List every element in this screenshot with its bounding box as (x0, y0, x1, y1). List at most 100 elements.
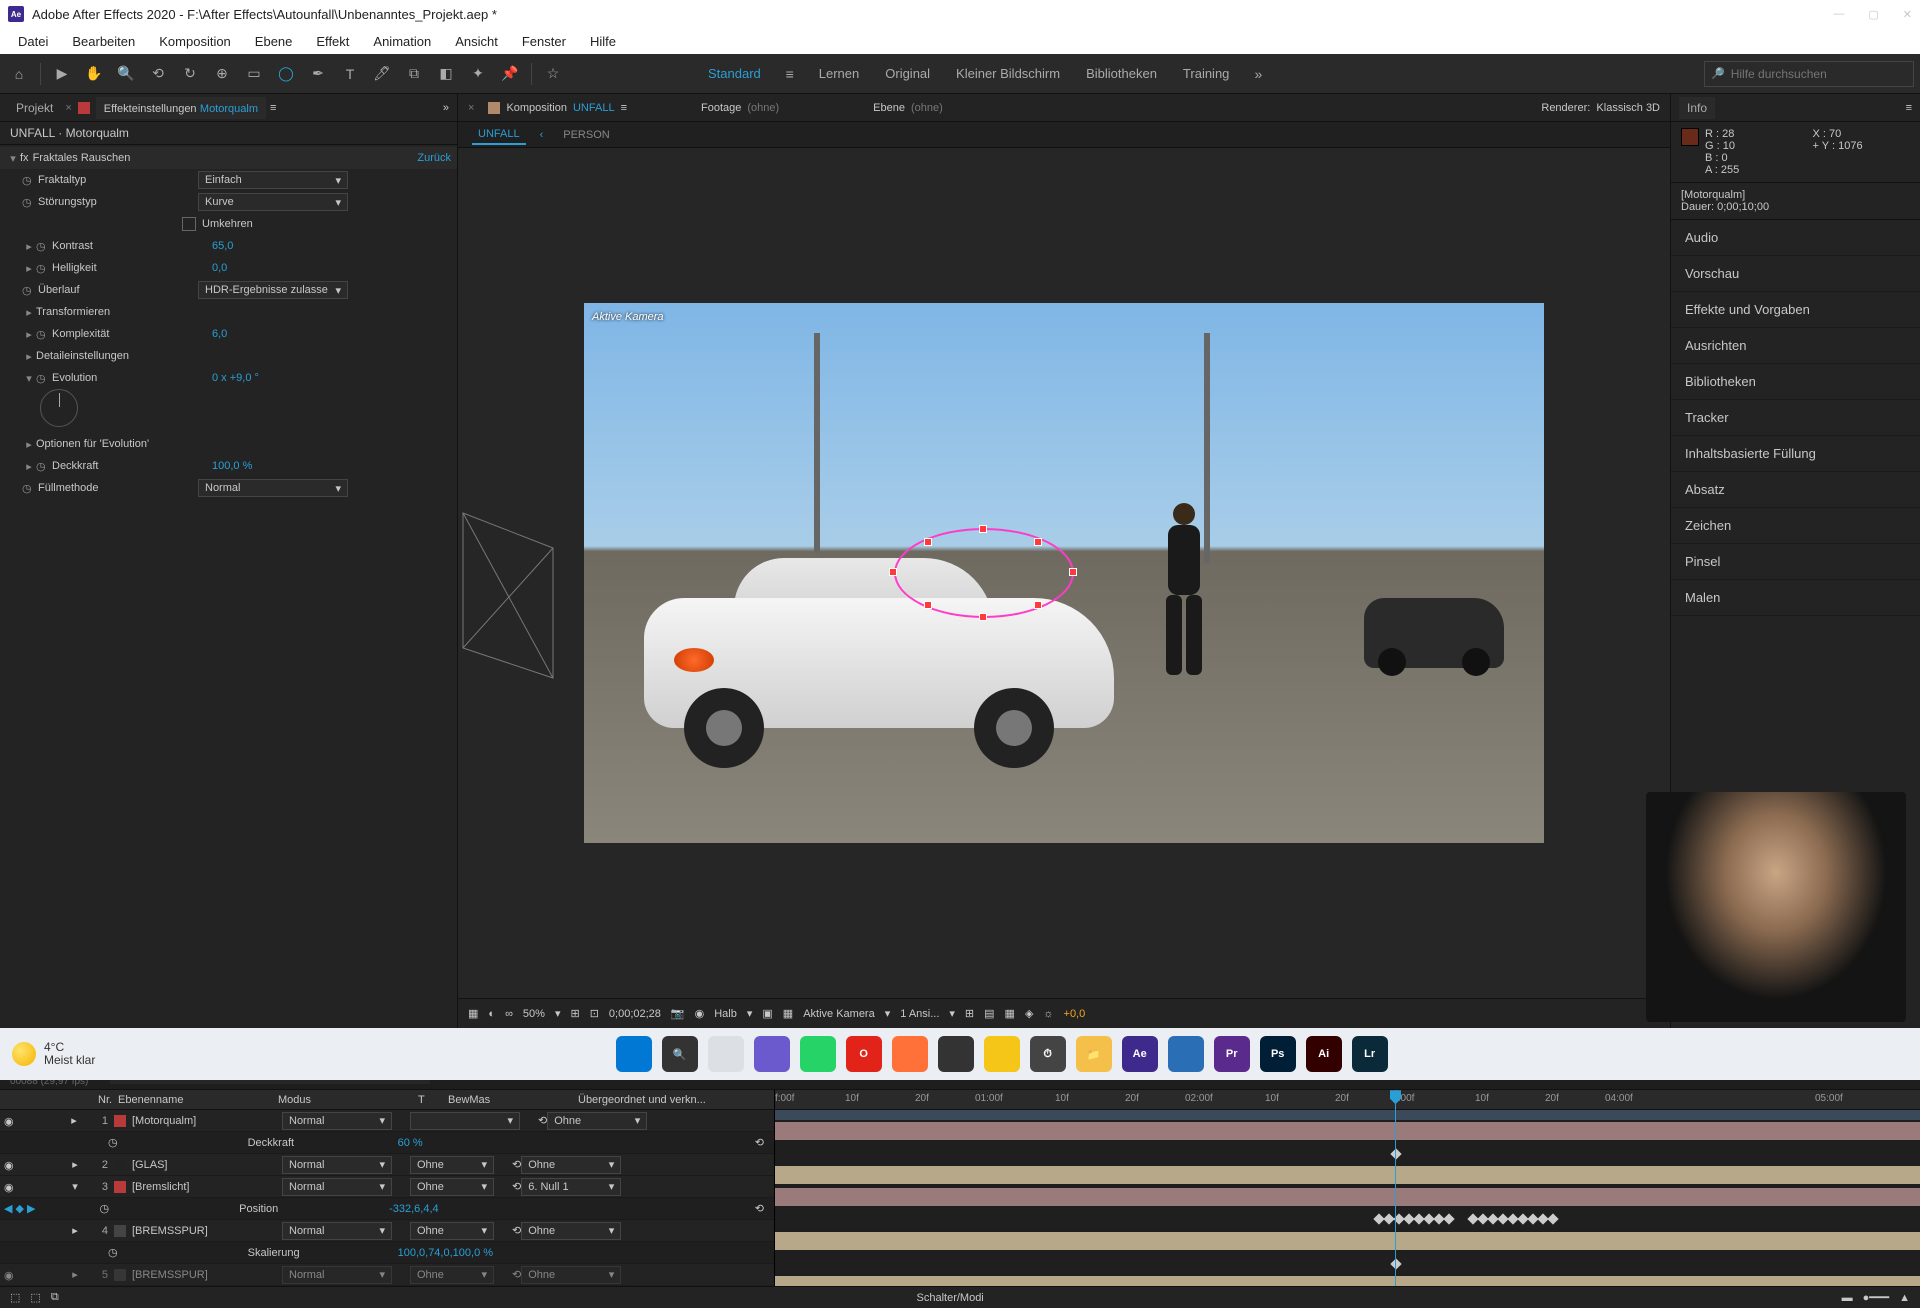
stopwatch-icon[interactable]: ◷ (22, 196, 34, 208)
panel-tracker[interactable]: Tracker (1671, 400, 1920, 436)
mask-handle[interactable] (1034, 601, 1042, 609)
roto-tool-icon[interactable]: ✦ (465, 61, 491, 87)
workspace-training[interactable]: Training (1173, 62, 1239, 85)
menu-hilfe[interactable]: Hilfe (580, 30, 626, 53)
rotate-tool-icon[interactable]: ↻ (177, 61, 203, 87)
project-tab[interactable]: Projekt (8, 97, 61, 119)
layer-row[interactable]: ◉ ▾ 3 [Bremslicht] Normal▾ Ohne▾ ⟲ 6. Nu… (0, 1176, 774, 1198)
taskbar-app[interactable]: O (846, 1036, 882, 1072)
menu-ebene[interactable]: Ebene (245, 30, 303, 53)
twirl-icon[interactable]: ▸ (22, 438, 36, 451)
panel-malen[interactable]: Malen (1671, 580, 1920, 616)
helligkeit-value[interactable]: 0,0 (212, 262, 227, 274)
tl-zoom-out-icon[interactable]: ▬ (1842, 1292, 1853, 1304)
snapshot-icon[interactable]: 📷 (671, 1007, 685, 1020)
pen-tool-icon[interactable]: ✒ (305, 61, 331, 87)
twirl-icon[interactable]: ▸ (22, 328, 36, 341)
twirl-icon[interactable]: ▸ (22, 350, 36, 363)
camera-dropdown[interactable]: Aktive Kamera (803, 1008, 875, 1020)
taskbar-app[interactable]: 📁 (1076, 1036, 1112, 1072)
twirl-icon[interactable]: ▸ (22, 460, 36, 473)
mask-handle[interactable] (924, 538, 932, 546)
panel-pinsel[interactable]: Pinsel (1671, 544, 1920, 580)
workspace-bibliotheken[interactable]: Bibliotheken (1076, 62, 1167, 85)
puppet-tool-icon[interactable]: 📌 (497, 61, 523, 87)
panel-bibliotheken[interactable]: Bibliotheken (1671, 364, 1920, 400)
prop-detail[interactable]: Detaileinstellungen (36, 350, 196, 362)
taskbar-app[interactable]: 🔍 (662, 1036, 698, 1072)
fx-reset-link[interactable]: Zurück (417, 152, 451, 164)
tl-toggle-icon[interactable]: ⧉ (51, 1291, 59, 1304)
taskbar-app[interactable] (708, 1036, 744, 1072)
taskbar-app[interactable]: Lr (1352, 1036, 1388, 1072)
mask-handle[interactable] (924, 601, 932, 609)
taskbar-app[interactable] (938, 1036, 974, 1072)
taskbar-app[interactable]: Ps (1260, 1036, 1296, 1072)
panel-audio[interactable]: Audio (1671, 220, 1920, 256)
stopwatch-icon[interactable]: ◷ (22, 174, 34, 186)
zoom-value[interactable]: 50% (523, 1008, 545, 1020)
pan-behind-tool-icon[interactable]: ⊕ (209, 61, 235, 87)
view-icon[interactable]: ⊞ (965, 1007, 974, 1020)
workspace-lernen[interactable]: Lernen (809, 62, 869, 85)
taskbar-app[interactable] (892, 1036, 928, 1072)
taskbar-app[interactable]: Ai (1306, 1036, 1342, 1072)
view-icon[interactable]: ◈ (1025, 1007, 1033, 1020)
kontrast-value[interactable]: 65,0 (212, 240, 233, 252)
workspace-original[interactable]: Original (875, 62, 940, 85)
fx-tab[interactable]: Effekteinstellungen Motorqualm (96, 97, 266, 119)
ellipse-tool-icon[interactable]: ◯ (273, 61, 299, 87)
taskbar-app[interactable]: Ae (1122, 1036, 1158, 1072)
orbit-tool-icon[interactable]: ⟲ (145, 61, 171, 87)
stopwatch-icon[interactable]: ◷ (22, 482, 34, 494)
parent-whip-icon[interactable]: ⟲ (538, 1114, 547, 1127)
channel-icon[interactable]: ◉ (695, 1007, 705, 1020)
workspace-standard[interactable]: Standard (698, 62, 771, 85)
taskbar-app[interactable] (754, 1036, 790, 1072)
stopwatch-icon[interactable]: ◷ (36, 262, 48, 274)
menu-ansicht[interactable]: Ansicht (445, 30, 508, 53)
layer-row[interactable]: ◉ ▸ 1 [Motorqualm] Normal▾ ▾ ⟲ Ohne▾ (0, 1110, 774, 1132)
layer-row[interactable]: ◉ ▸ 5 [BREMSSPUR] Normal▾ Ohne▾ ⟲ Ohne▾ (0, 1264, 774, 1286)
tl-zoom-in-icon[interactable]: ▲ (1899, 1292, 1910, 1304)
info-tab[interactable]: Info (1679, 97, 1715, 119)
layer-prop-row[interactable]: ◷ Deckkraft 60 % ⟲ (0, 1132, 774, 1154)
resolution-dropdown[interactable]: Halb (714, 1008, 737, 1020)
stopwatch-icon[interactable]: ◷ (36, 240, 48, 252)
menu-effekt[interactable]: Effekt (306, 30, 359, 53)
layer-row[interactable]: ◉ ▸ 2 [GLAS] Normal▾ Ohne▾ ⟲ Ohne▾ (0, 1154, 774, 1176)
views-dropdown[interactable]: 1 Ansi... (900, 1008, 939, 1020)
panel-ausrichten[interactable]: Ausrichten (1671, 328, 1920, 364)
weather-widget[interactable]: 4°CMeist klar (12, 1041, 95, 1067)
tl-toggle-icon[interactable]: ⬚ (30, 1291, 40, 1304)
help-search[interactable]: 🔎 (1704, 61, 1914, 87)
tl-toggle-icon[interactable]: ⬚ (10, 1291, 20, 1304)
comp-tab-unfall[interactable]: UNFALL (472, 125, 526, 145)
tl-switches-label[interactable]: Schalter/Modi (917, 1292, 984, 1304)
chevron-down-icon[interactable]: ▾ (555, 1007, 561, 1020)
mask-handle[interactable] (979, 525, 987, 533)
panel-absatz[interactable]: Absatz (1671, 472, 1920, 508)
keyframe[interactable] (1390, 1259, 1401, 1270)
close-button[interactable]: ✕ (1903, 8, 1912, 21)
stopwatch-icon[interactable]: ◷ (22, 284, 34, 296)
layer-row[interactable]: ▸ 4 [BREMSSPUR] Normal▾ Ohne▾ ⟲ Ohne▾ (0, 1220, 774, 1242)
minimize-button[interactable]: — (1833, 8, 1844, 21)
viewport[interactable]: Aktive Kamera (458, 148, 1670, 998)
stopwatch-icon[interactable]: ◷ (36, 460, 48, 472)
exposure-value[interactable]: +0,0 (1064, 1008, 1086, 1020)
workspace-menu-icon[interactable]: ≡ (777, 61, 803, 87)
menu-fenster[interactable]: Fenster (512, 30, 576, 53)
type-tool-icon[interactable]: T (337, 61, 363, 87)
timecode[interactable]: 0;00;02;28 (609, 1008, 661, 1020)
taskbar-app[interactable]: ⏱ (1030, 1036, 1066, 1072)
twirl-icon[interactable]: ▸ (22, 306, 36, 319)
region-icon[interactable]: ▣ (762, 1007, 772, 1020)
maximize-button[interactable]: ▢ (1868, 8, 1878, 21)
workspace-overflow-icon[interactable]: » (1245, 61, 1271, 87)
prop-transformieren[interactable]: Transformieren (36, 306, 196, 318)
exposure-icon[interactable]: ☼ (1043, 1008, 1053, 1020)
brush-tool-icon[interactable]: 🖊 (369, 61, 395, 87)
twirl-icon[interactable]: ▸ (22, 262, 36, 275)
playhead[interactable] (1395, 1090, 1396, 1286)
